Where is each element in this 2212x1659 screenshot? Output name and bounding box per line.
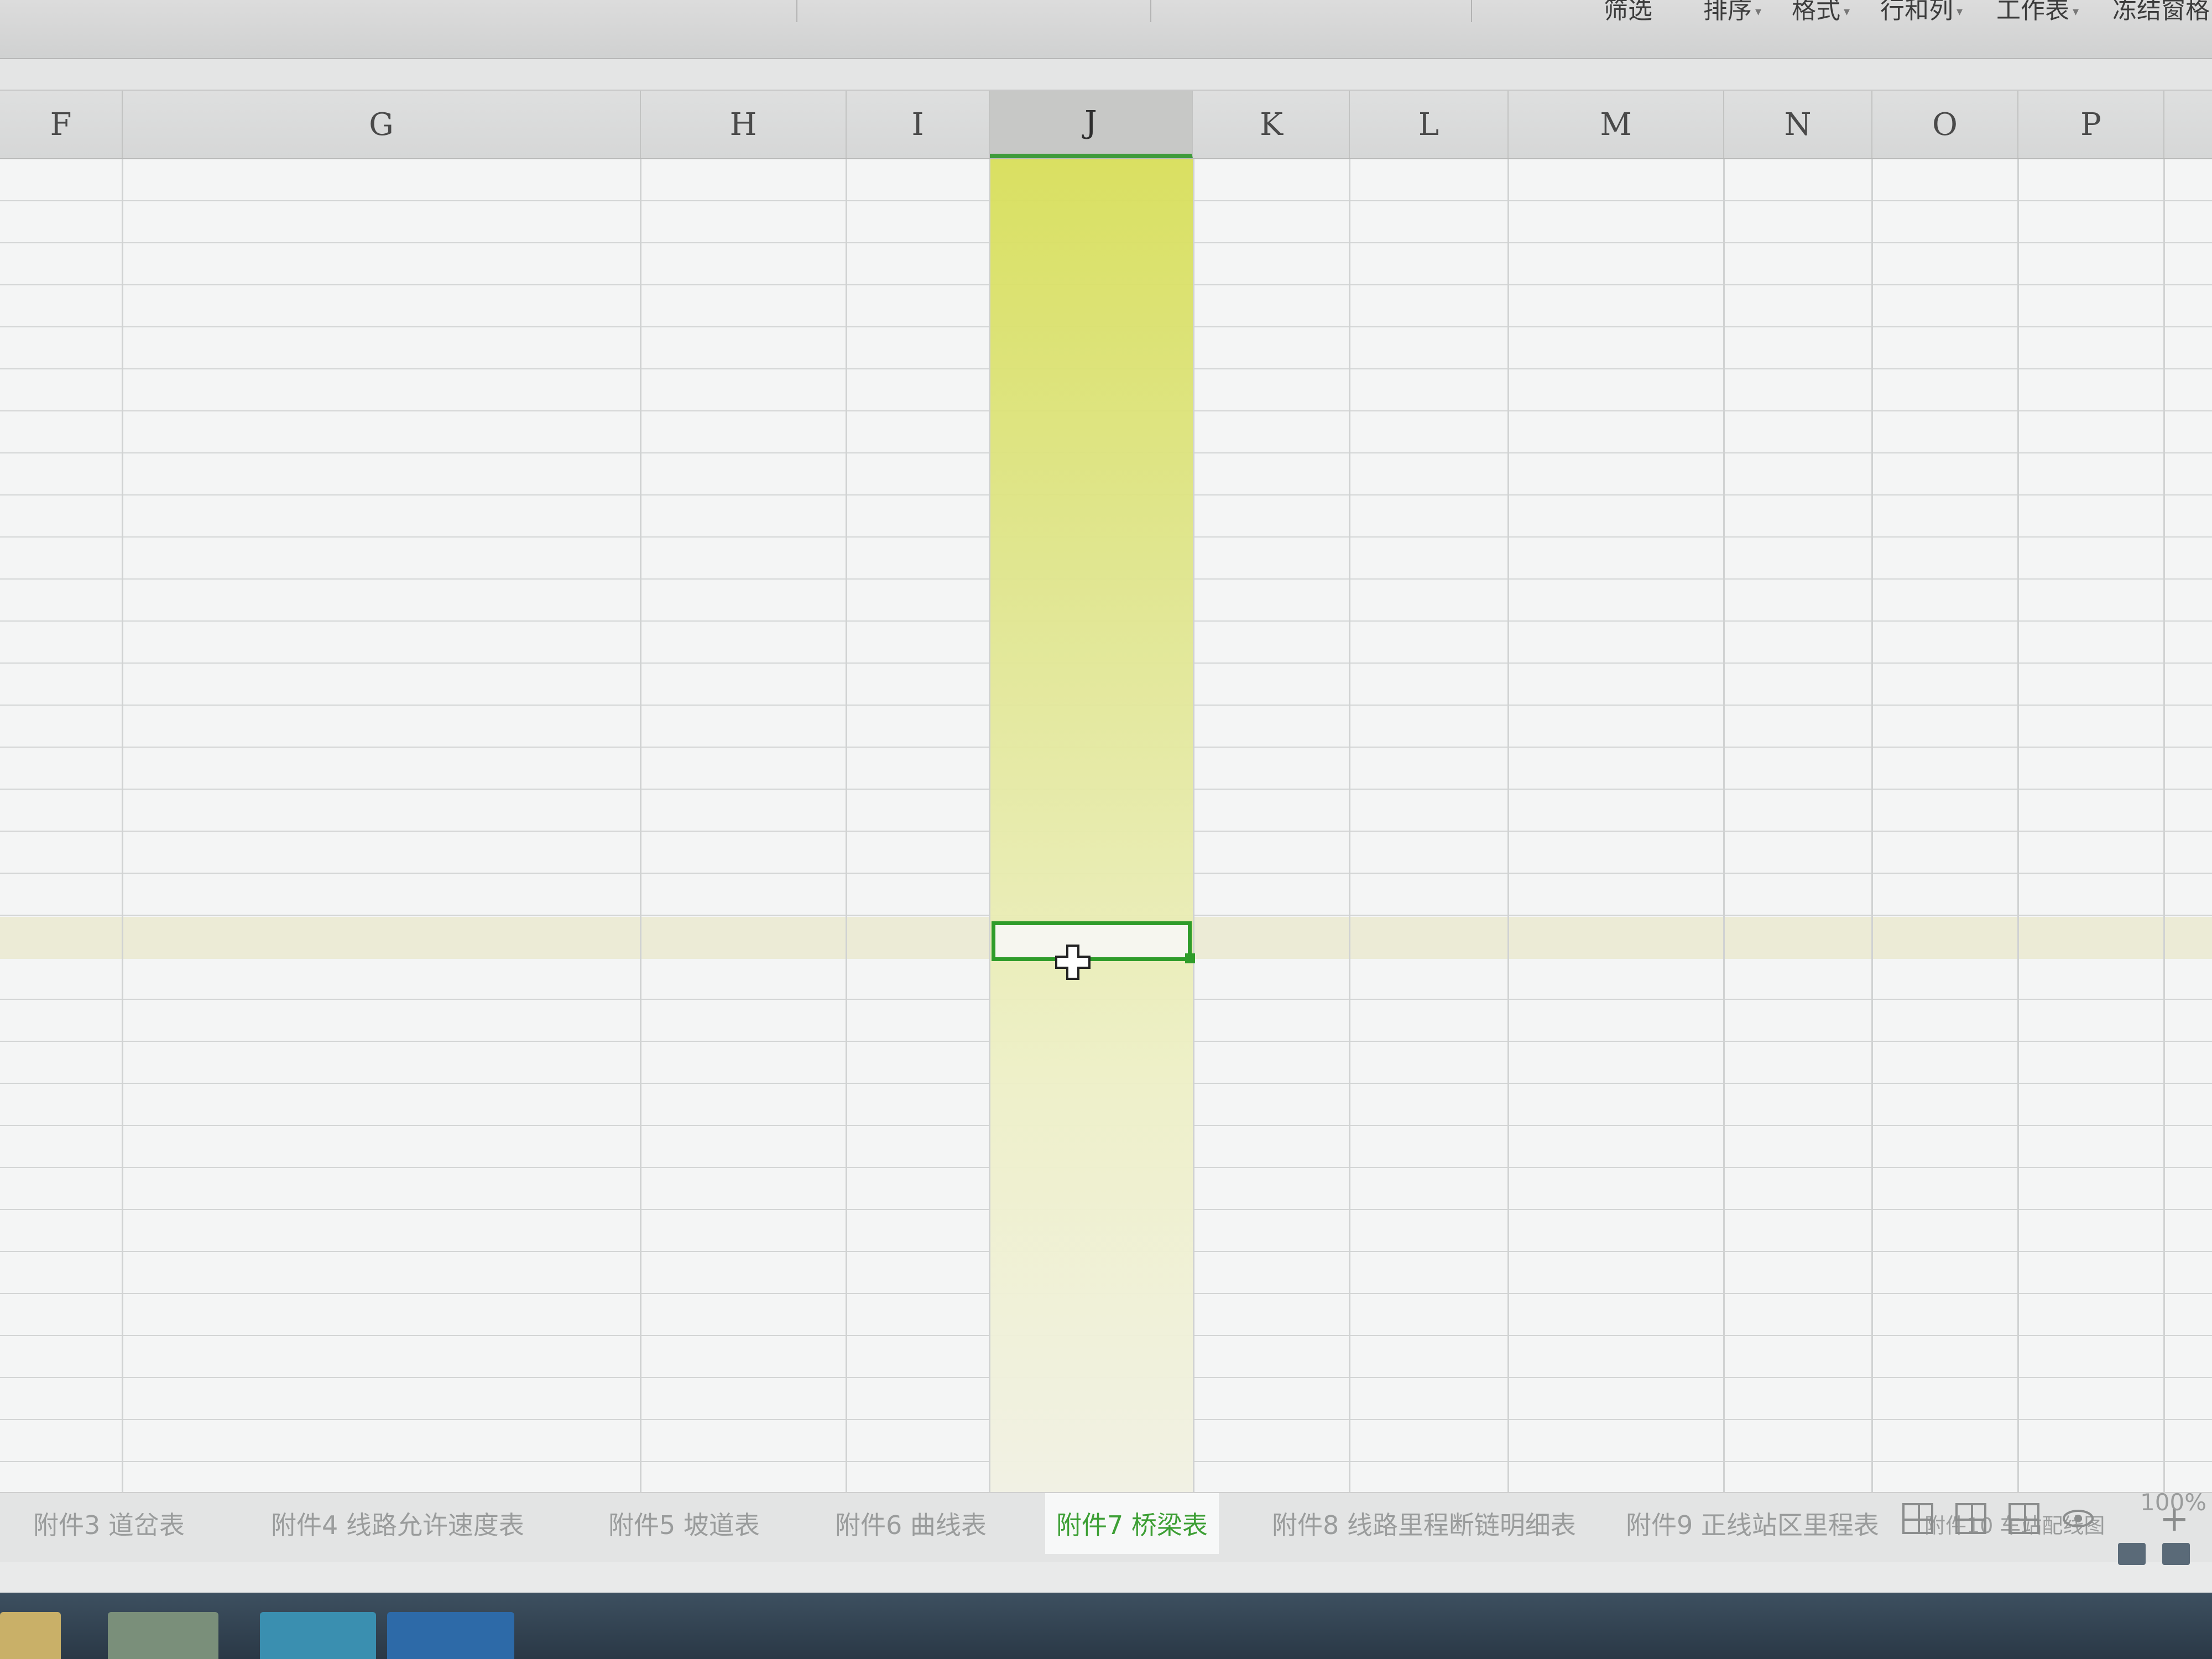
chevron-down-icon: ▾ — [1755, 4, 1762, 19]
sheet-tab-active[interactable]: 附件7 桥梁表 — [1045, 1493, 1219, 1554]
column-gridline — [1507, 159, 1509, 1492]
view-mode-controls — [1902, 1503, 2095, 1534]
freeze-panes-button[interactable]: 冻结窗格 — [2112, 0, 2210, 25]
column-gridline — [640, 159, 641, 1492]
chevron-down-icon: ▾ — [1844, 4, 1850, 19]
taskbar-app-icon[interactable] — [260, 1612, 376, 1659]
system-tray — [2118, 1543, 2190, 1565]
page-break-view-icon[interactable] — [1955, 1503, 1986, 1534]
sort-button[interactable]: 排序 ▾ — [1703, 0, 1761, 25]
selected-column-highlight — [990, 159, 1193, 1492]
taskbar-app-icon[interactable] — [0, 1612, 61, 1659]
sheet-tab[interactable]: 附件9 正线站区里程表 — [1615, 1493, 1890, 1554]
ribbon-toolbar: 筛选 排序 ▾ 格式 ▾ 行和列 ▾ 工作表 ▾ 冻结窗格 — [0, 0, 2212, 59]
sheet-tab[interactable]: 附件6 曲线表 — [824, 1493, 998, 1554]
sheet-tab-bar: 附件3 道岔表 附件4 线路允许速度表 附件5 坡道表 附件6 曲线表 附件7 … — [0, 1492, 2212, 1562]
sheet-tab[interactable]: 附件4 线路允许速度表 — [260, 1493, 535, 1554]
spreadsheet-grid[interactable] — [0, 159, 2212, 1492]
column-header-row: F G H I J K L M N O P — [0, 91, 2212, 159]
column-header-n[interactable]: N — [1724, 91, 1872, 158]
rows-columns-button[interactable]: 行和列 ▾ — [1880, 0, 1963, 25]
column-header-l[interactable]: L — [1350, 91, 1509, 158]
filter-button[interactable]: 筛选 — [1604, 0, 1652, 25]
column-gridline — [1871, 159, 1873, 1492]
zoom-level[interactable]: 100% — [2140, 1489, 2206, 1516]
sheet-tab[interactable]: 附件8 线路里程断链明细表 — [1261, 1493, 1587, 1554]
file-explorer-icon[interactable] — [108, 1612, 218, 1659]
formula-bar[interactable] — [0, 59, 2212, 91]
column-header-g[interactable]: G — [123, 91, 641, 158]
normal-view-icon[interactable] — [1902, 1503, 1933, 1534]
column-header-m[interactable]: M — [1509, 91, 1724, 158]
cell-select-cursor-icon — [1055, 945, 1091, 980]
format-button[interactable]: 格式 ▾ — [1792, 0, 1850, 25]
column-header-p[interactable]: P — [2018, 91, 2164, 158]
eye-protection-icon[interactable] — [2062, 1507, 2095, 1530]
tray-icon[interactable] — [2162, 1543, 2190, 1565]
column-gridline — [2163, 159, 2165, 1492]
fill-handle[interactable] — [1185, 953, 1195, 963]
ribbon-separator — [1471, 0, 1472, 22]
column-gridline — [1349, 159, 1350, 1492]
page-layout-view-icon[interactable] — [2008, 1503, 2039, 1534]
chevron-down-icon: ▾ — [1957, 4, 1963, 19]
column-gridline — [1193, 159, 1194, 1492]
column-gridline — [2017, 159, 2019, 1492]
column-header-h[interactable]: H — [641, 91, 847, 158]
column-gridline — [122, 159, 123, 1492]
column-header-j[interactable]: J — [990, 91, 1193, 158]
ribbon-separator — [1150, 0, 1151, 22]
ribbon-separator — [796, 0, 797, 22]
column-gridline — [1723, 159, 1725, 1492]
sheet-tab[interactable]: 附件5 坡道表 — [597, 1493, 771, 1554]
column-gridline — [846, 159, 847, 1492]
column-header-o[interactable]: O — [1872, 91, 2018, 158]
chevron-down-icon: ▾ — [2073, 4, 2079, 19]
tray-icon[interactable] — [2118, 1543, 2146, 1565]
spreadsheet-app-icon[interactable] — [387, 1612, 514, 1659]
column-header-i[interactable]: I — [847, 91, 990, 158]
sheet-tab[interactable]: 附件3 道岔表 — [22, 1493, 196, 1554]
column-header-f[interactable]: F — [0, 91, 123, 158]
column-header-k[interactable]: K — [1194, 91, 1350, 158]
worksheet-button[interactable]: 工作表 ▾ — [1996, 0, 2079, 25]
column-gridline — [989, 159, 990, 1492]
